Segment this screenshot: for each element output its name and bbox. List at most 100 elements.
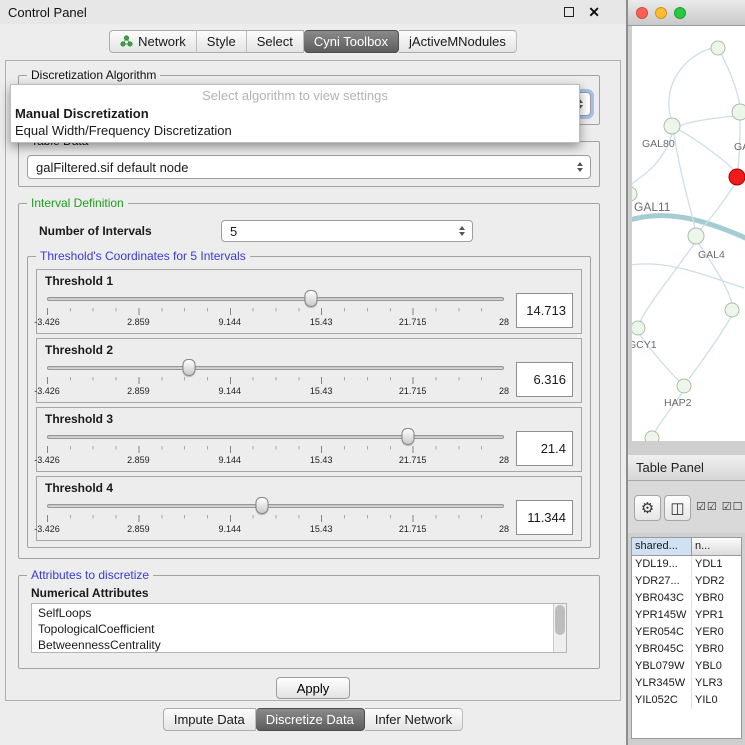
network-edge[interactable] [718,48,740,106]
attributes-group: Attributes to discretize Numerical Attri… [18,575,600,669]
network-edge[interactable] [680,116,736,126]
attributes-scrollbar[interactable] [553,604,566,652]
table-cell[interactable]: YIL0 [692,692,741,709]
table-settings-button[interactable]: ⚙ [634,495,661,521]
zoom-window-button[interactable] [674,7,686,19]
tab-discretize-data[interactable]: Discretize Data [256,708,365,731]
network-node[interactable] [688,228,704,244]
table-cell[interactable]: YPR145W [632,607,692,624]
tab-cyni-toolbox[interactable]: Cyni Toolbox [304,30,399,53]
column-header-shared-name[interactable]: shared... [632,538,692,556]
apply-button[interactable]: Apply [276,677,350,699]
table-row[interactable]: YER054CYER0 [632,624,741,641]
tab-network[interactable]: Network [109,30,197,53]
threshold-slider[interactable]: -3.4262.8599.14415.4321.71528 [47,427,504,469]
threshold-value-field[interactable]: 6.316 [516,362,573,397]
number-of-intervals-combobox[interactable]: 5 [221,220,473,242]
attribute-item[interactable]: SelfLoops [38,605,552,621]
tab-select[interactable]: Select [247,30,304,53]
dropdown-option-manual-discretization[interactable]: Manual Discretization [11,105,579,122]
network-node[interactable] [732,104,745,120]
threshold-slider[interactable]: -3.4262.8599.14415.4321.71528 [47,289,504,331]
table-cell[interactable]: YBL0 [692,658,741,675]
table-data-combobox[interactable]: galFiltered.sif default node [27,155,591,179]
tab-impute-data[interactable]: Impute Data [163,708,256,731]
table-row[interactable]: YIL052CYIL0 [632,692,741,709]
network-edge[interactable] [640,244,694,322]
slider-track[interactable] [47,366,504,370]
table-row[interactable]: YPR145WYPR1 [632,607,741,624]
attribute-item[interactable]: TopologicalCoefficient [38,621,552,637]
network-node[interactable] [664,118,680,134]
column-checkboxes[interactable]: ☑☑ ☑☐ [696,500,744,513]
attributes-list[interactable]: SelfLoopsTopologicalCoefficientBetweenne… [31,603,567,653]
scrollbar-thumb[interactable] [555,605,565,635]
network-node[interactable] [632,187,637,201]
show-columns-button[interactable]: ◫ [664,495,691,521]
control-panel: Control Panel ✕ Network Style Select Cyn… [0,0,626,745]
table-cell[interactable]: YDL1 [692,556,741,573]
control-panel-titlebar: Control Panel ✕ [0,0,626,24]
threshold-value-field[interactable]: 21.4 [516,431,573,466]
network-canvas[interactable]: GAL80GAGAL11GAL4GCY1HAP2 [632,26,745,441]
thresholds-container: Threshold 1 -3.4262.8599.14415.4321.7152… [34,269,584,541]
table-row[interactable]: YBR043CYBR0 [632,590,741,607]
network-node[interactable] [645,431,659,441]
table-cell[interactable]: YDR27... [632,573,692,590]
slider-tick-label: 15.43 [310,317,333,327]
tab-infer-network[interactable]: Infer Network [365,708,463,731]
close-window-button[interactable] [636,7,648,19]
table-cell[interactable]: YLR345W [632,675,692,692]
network-node-label: GCY1 [632,339,657,351]
network-node[interactable] [711,41,725,55]
network-node[interactable] [632,321,645,335]
slider-track[interactable] [47,297,504,301]
network-edge[interactable] [672,126,735,171]
slider-thumb[interactable] [255,497,268,514]
table-row[interactable]: YDR27...YDR2 [632,573,741,590]
table-cell[interactable]: YLR3 [692,675,741,692]
table-cell[interactable]: YIL052C [632,692,692,709]
table-cell[interactable]: YDL19... [632,556,692,573]
network-edge[interactable] [674,134,695,228]
slider-thumb[interactable] [182,359,195,376]
network-node[interactable] [677,379,691,393]
threshold-slider[interactable]: -3.4262.8599.14415.4321.71528 [47,358,504,400]
slider-tick-labels: -3.4262.8599.14415.4321.71528 [47,455,504,466]
network-node[interactable] [729,169,745,185]
network-edge[interactable] [689,317,731,379]
attribute-item[interactable]: BetweennessCentrality [38,637,552,653]
threshold-value-field[interactable]: 11.344 [516,500,573,535]
threshold-value-field[interactable]: 14.713 [516,293,573,328]
table-cell[interactable]: YBL079W [632,658,692,675]
slider-thumb[interactable] [402,428,415,445]
network-edge[interactable] [669,48,712,122]
table-row[interactable]: YLR345WYLR3 [632,675,741,692]
table-cell[interactable]: YBR0 [692,590,741,607]
slider-thumb[interactable] [304,290,317,307]
table-cell[interactable]: YBR043C [632,590,692,607]
network-edge[interactable] [632,264,744,288]
column-header-name[interactable]: n... [692,538,741,556]
table-cell[interactable]: YBR0 [692,641,741,658]
table-cell[interactable]: YBR045C [632,641,692,658]
slider-tick-label: 9.144 [219,524,242,534]
table-row[interactable]: YDL19...YDL1 [632,556,741,573]
table-cell[interactable]: YER054C [632,624,692,641]
float-window-icon[interactable] [564,7,574,17]
table-cell[interactable]: YER0 [692,624,741,641]
minimize-window-button[interactable] [655,7,667,19]
slider-track[interactable] [47,435,504,439]
slider-track[interactable] [47,504,504,508]
dropdown-option-equal-width-frequency[interactable]: Equal Width/Frequency Discretization [11,122,579,139]
tab-style[interactable]: Style [197,30,247,53]
table-row[interactable]: YBR045CYBR0 [632,641,741,658]
table-row[interactable]: YBL079WYBL0 [632,658,741,675]
tab-jactivemodules[interactable]: jActiveMNodules [399,30,517,53]
table-cell[interactable]: YPR1 [692,607,741,624]
network-node[interactable] [725,303,739,317]
threshold-slider[interactable]: -3.4262.8599.14415.4321.71528 [47,496,504,538]
table-cell[interactable]: YDR2 [692,573,741,590]
close-panel-icon[interactable]: ✕ [588,7,600,17]
network-node-label: GA [734,141,745,153]
